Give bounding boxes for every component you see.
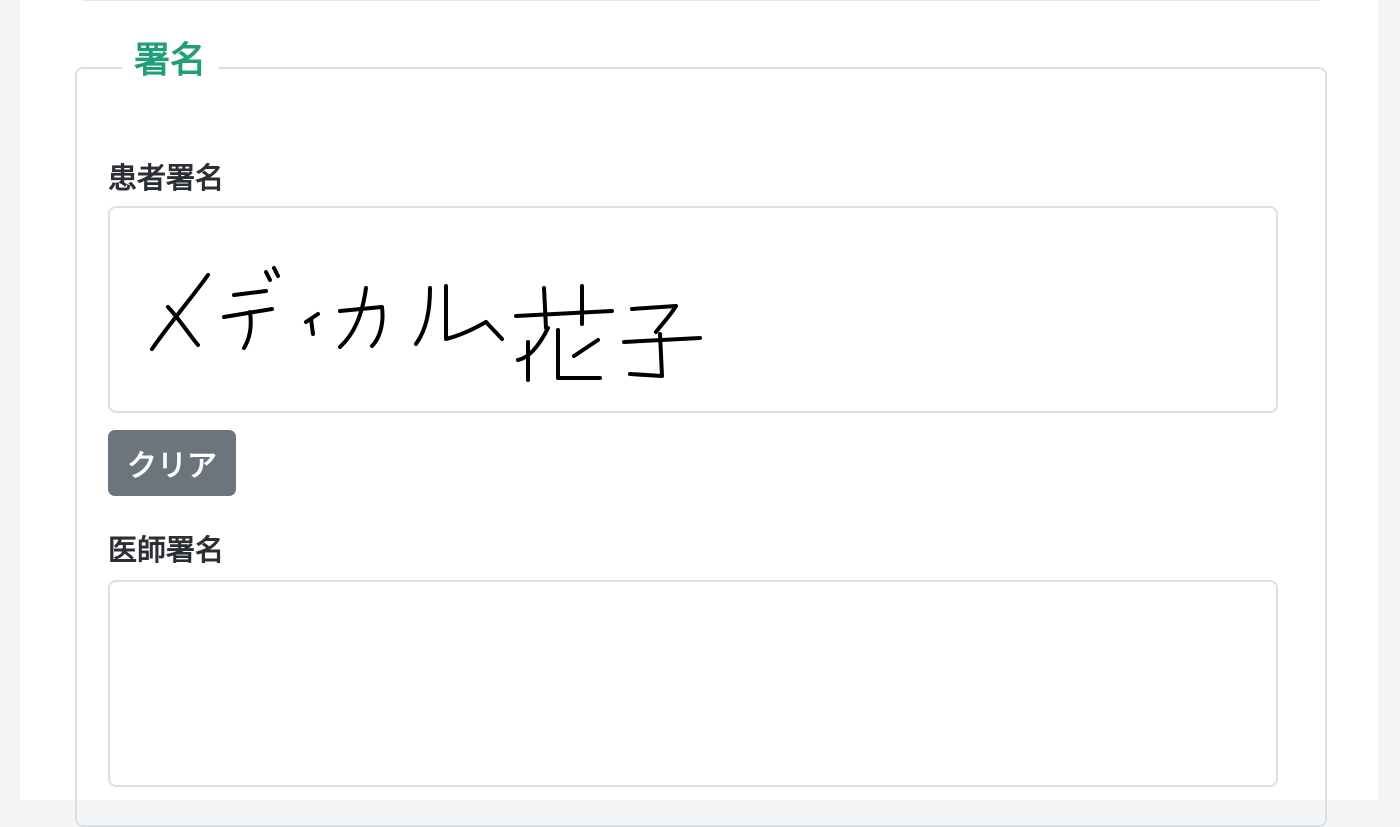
patient-signature-drawing	[150, 266, 702, 382]
clear-button[interactable]: クリア	[108, 430, 236, 496]
doctor-signature-label: 医師署名	[108, 533, 225, 567]
section-legend: 署名	[122, 36, 219, 86]
patient-signature-pad[interactable]	[108, 206, 1278, 413]
doctor-signature-pad[interactable]	[108, 580, 1278, 787]
patient-signature-label: 患者署名	[108, 161, 225, 195]
top-divider	[82, 0, 1320, 1]
